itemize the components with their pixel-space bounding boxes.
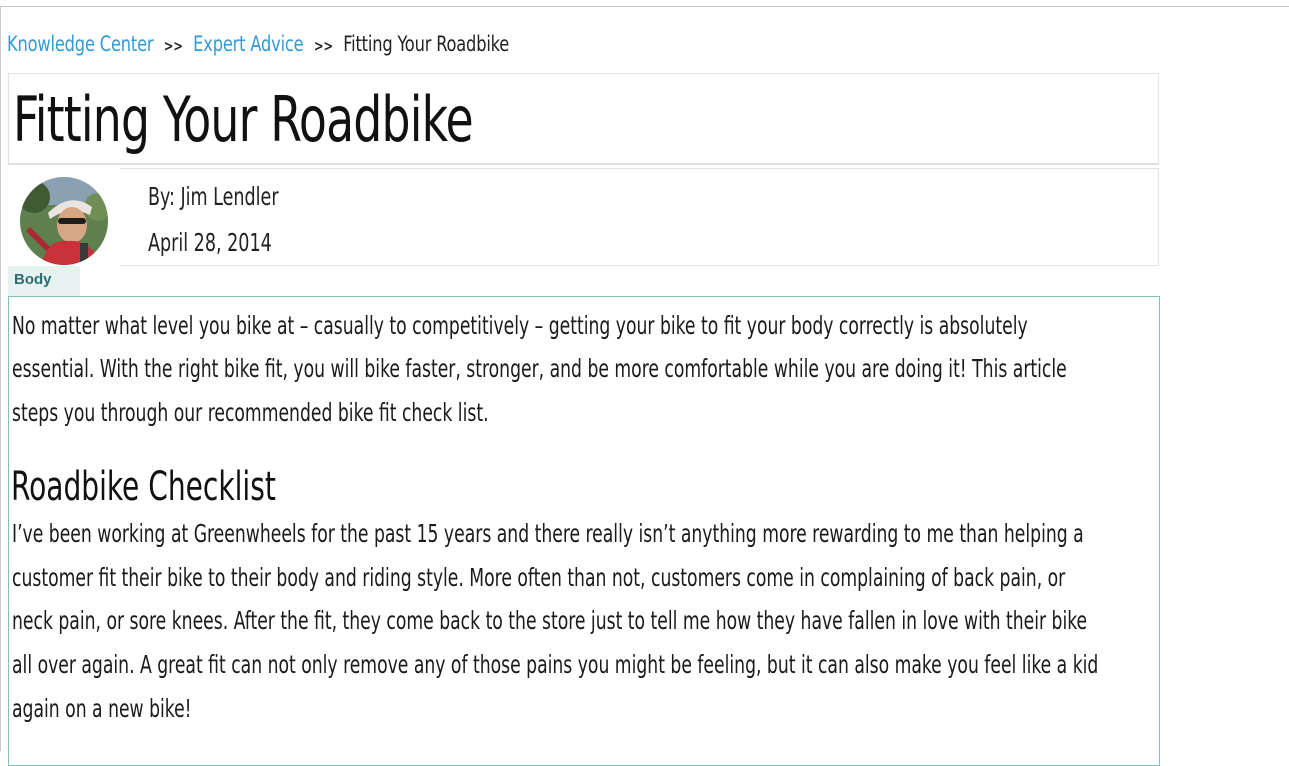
title-container: Fitting Your Roadbike <box>8 73 1159 165</box>
body-line: neck pain, or sore knees. After the fit,… <box>12 606 1088 635</box>
breadcrumb-knowledge-center[interactable]: Knowledge Center <box>7 32 154 56</box>
intro-line: steps you through our recommended bike f… <box>12 398 489 427</box>
page-title: Fitting Your Roadbike <box>13 83 474 156</box>
body-line: I’ve been working at Greenwheels for the… <box>12 519 1084 548</box>
breadcrumb: Knowledge Center >> Expert Advice >> Fitting… <box>7 32 509 56</box>
breadcrumb-separator: >> <box>163 37 183 55</box>
intro-line: essential. With the right bike fit, you … <box>12 354 1067 383</box>
breadcrumb-expert-advice[interactable]: Expert Advice <box>193 32 304 56</box>
publish-date: April 28, 2014 <box>148 228 272 257</box>
section-tab-body[interactable]: Body <box>8 266 80 296</box>
body-line: all over again. A great fit can not only… <box>12 650 1099 679</box>
left-divider <box>0 6 1 751</box>
author-avatar <box>20 177 108 265</box>
body-line: customer fit their bike to their body an… <box>12 563 1066 592</box>
breadcrumb-current: Fitting Your Roadbike <box>343 32 510 56</box>
intro-line: No matter what level you bike at – casua… <box>12 311 1028 340</box>
breadcrumb-separator: >> <box>313 37 333 55</box>
author-name: By: Jim Lendler <box>148 182 279 211</box>
author-photo-icon <box>20 177 108 265</box>
top-divider <box>0 6 1289 7</box>
body-line: again on a new bike! <box>12 694 192 723</box>
section-heading: Roadbike Checklist <box>11 464 276 510</box>
